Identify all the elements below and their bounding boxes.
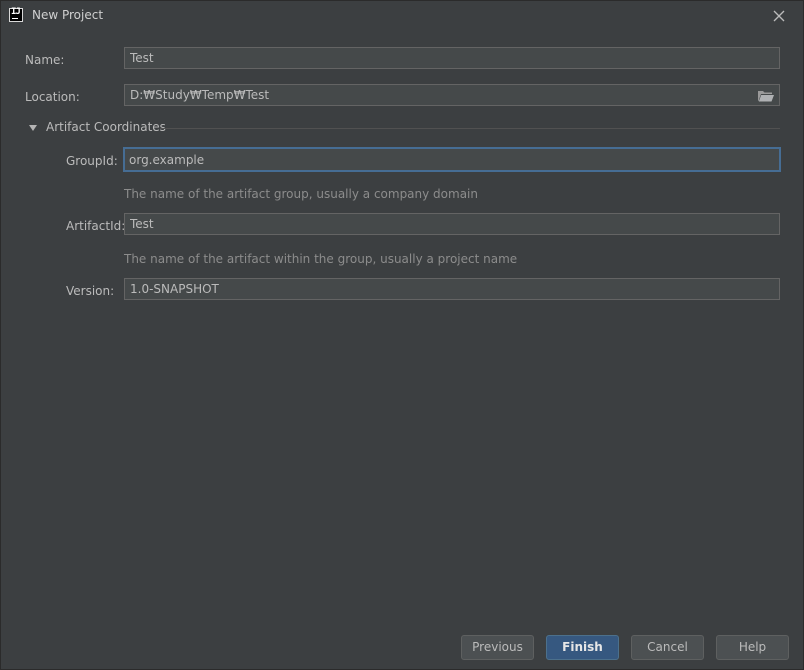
group-id-input[interactable] <box>123 147 781 172</box>
group-id-label: GroupId: <box>66 154 118 168</box>
artifact-id-label: ArtifactId: <box>66 219 126 233</box>
section-divider <box>160 128 780 129</box>
window-title: New Project <box>32 8 104 22</box>
previous-button[interactable]: Previous <box>461 635 534 660</box>
intellij-idea-icon: IJ <box>9 7 23 22</box>
close-button[interactable] <box>769 6 789 26</box>
browse-folder-button[interactable] <box>757 89 775 103</box>
name-input[interactable] <box>124 47 780 69</box>
new-project-dialog: IJ New Project Name: Location: Artifact … <box>0 0 804 670</box>
help-button[interactable]: Help <box>716 635 789 660</box>
triangle-down-icon <box>29 125 37 131</box>
artifact-id-input[interactable] <box>124 213 780 235</box>
name-label: Name: <box>25 53 65 67</box>
version-input[interactable] <box>124 278 780 300</box>
artifact-id-hint: The name of the artifact within the grou… <box>124 252 518 266</box>
cancel-button[interactable]: Cancel <box>631 635 704 660</box>
version-label: Version: <box>66 284 115 298</box>
folder-icon <box>758 91 774 102</box>
group-id-hint: The name of the artifact group, usually … <box>124 187 478 201</box>
title-bar: IJ New Project <box>1 1 804 31</box>
finish-button[interactable]: Finish <box>546 635 619 660</box>
location-input[interactable] <box>124 84 780 106</box>
location-label: Location: <box>25 90 80 104</box>
close-icon <box>773 10 785 22</box>
section-title: Artifact Coordinates <box>46 120 166 134</box>
